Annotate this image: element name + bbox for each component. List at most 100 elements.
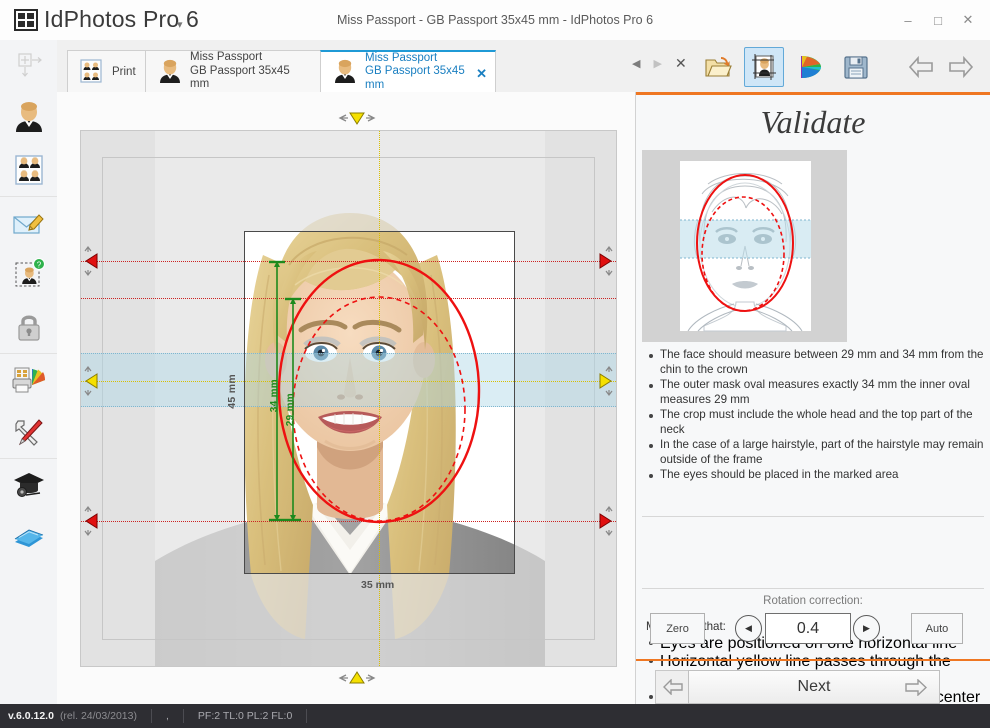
- tutorial-icon: [13, 473, 44, 497]
- crop-handle-bottom-left[interactable]: [82, 506, 104, 536]
- rotation-decrease-button[interactable]: ◀: [735, 615, 762, 642]
- app-menu-caret-icon[interactable]: ▾: [177, 18, 183, 31]
- previous-step-button[interactable]: [655, 670, 690, 704]
- open-folder-icon: [705, 56, 732, 77]
- back-arrow-icon[interactable]: [908, 56, 934, 78]
- main-toolbar: [698, 47, 876, 87]
- panel-divider-bottom: [642, 588, 984, 589]
- tab-document-1-labels: Miss Passport GB Passport 35x45 mm: [190, 51, 309, 92]
- status-divider-3: [306, 709, 308, 723]
- status-release-date: (rel. 24/03/2013): [59, 710, 137, 722]
- face-template-preview: [642, 150, 847, 342]
- photo-stage[interactable]: 34 mm 29 mm 45 mm 35 mm: [80, 130, 617, 667]
- rotation-value-field[interactable]: 0.4: [765, 613, 851, 644]
- prev-arrow-icon: [662, 679, 683, 695]
- wizard-nav-arrows: [908, 56, 974, 78]
- sidebar-item-crop-help[interactable]: ?: [0, 249, 57, 301]
- status-divider-2: [182, 709, 184, 723]
- rule-item: The crop must include the whole head and…: [649, 408, 984, 437]
- tab-print-label: Print: [112, 65, 136, 78]
- app-logo-icon: [14, 9, 38, 31]
- photo-sheet-icon: [14, 155, 43, 185]
- sidebar-item-photo-sheet[interactable]: [0, 144, 57, 196]
- close-button[interactable]: ✕: [954, 7, 982, 33]
- outer-oval-measure-label: 34 mm: [269, 379, 280, 413]
- manual-icon: [14, 529, 43, 547]
- footer-accent-bar: [636, 659, 990, 661]
- sidebar-item-lock[interactable]: [0, 301, 57, 353]
- tab-close-icon[interactable]: ✕: [476, 66, 487, 82]
- rotation-increase-button[interactable]: ▶: [853, 615, 880, 642]
- color-adjust-button[interactable]: [790, 47, 830, 87]
- tab-title-line2: GB Passport 35x45 mm: [365, 65, 465, 91]
- crop-handle-top-right[interactable]: [593, 246, 615, 276]
- crop-help-icon: ?: [15, 258, 45, 287]
- rotation-zero-button[interactable]: Zero: [650, 613, 705, 644]
- photo-editor-canvas: 34 mm 29 mm 45 mm 35 mm: [57, 92, 636, 704]
- tab-next-icon[interactable]: ▶: [653, 57, 661, 70]
- printer-color-icon: [12, 367, 45, 393]
- panel-accent-bar: [636, 92, 990, 95]
- measurement-bars: [269, 260, 301, 522]
- vertical-center-handle-top[interactable]: [338, 110, 376, 131]
- width-measure-label: 35 mm: [361, 579, 395, 591]
- tab-document-2-labels: Miss Passport GB Passport 35x45 mm: [365, 52, 484, 93]
- tab-navigation: ◀ ▶ ✕: [632, 55, 687, 72]
- tab-prev-icon[interactable]: ◀: [632, 57, 640, 70]
- person-icon: [15, 102, 42, 132]
- person-icon: [335, 59, 355, 83]
- window-controls: – □ ✕: [894, 0, 982, 40]
- validation-rules: The face should measure between 29 mm an…: [644, 348, 984, 484]
- sidebar-item-add-new[interactable]: [0, 40, 57, 92]
- panel-title: Validate: [760, 104, 866, 140]
- eye-line-handle-right[interactable]: [593, 366, 615, 396]
- open-folder-button[interactable]: [698, 47, 738, 87]
- title-bar: IdPhotos Pro 6 ▾ Miss Passport - GB Pass…: [0, 0, 990, 41]
- tabs-toolbar: Print Miss Passport GB Passport 35x45 mm: [57, 40, 990, 93]
- maximize-button[interactable]: □: [924, 7, 952, 33]
- next-step-button[interactable]: Next: [688, 670, 940, 704]
- next-button-label: Next: [797, 678, 831, 695]
- add-new-icon: [17, 53, 42, 77]
- status-middle: ,: [166, 710, 169, 722]
- sidebar-item-printer-color[interactable]: [0, 353, 57, 406]
- panel-divider-top: [642, 516, 984, 517]
- height-measure-label: 45 mm: [226, 374, 238, 409]
- sidebar-item-manual[interactable]: [0, 511, 57, 563]
- svg-text:?: ?: [36, 261, 41, 270]
- crop-handle-bottom-right[interactable]: [593, 506, 615, 536]
- tab-title-line1: Miss Passport: [190, 51, 263, 64]
- face-template-image: [642, 150, 847, 342]
- rotation-auto-button[interactable]: Auto: [911, 613, 963, 644]
- sidebar-item-tutorial[interactable]: [0, 458, 57, 511]
- rotation-correction-label: Rotation correction:: [763, 595, 863, 607]
- rule-item: The face should measure between 29 mm an…: [649, 348, 984, 376]
- tab-title-line2: GB Passport 35x45 mm: [190, 64, 290, 91]
- tab-close-all-icon[interactable]: ✕: [675, 55, 687, 72]
- print-sheet-icon: [80, 58, 102, 83]
- vertical-center-handle-bottom[interactable]: [338, 670, 376, 691]
- status-divider-1: [151, 709, 152, 723]
- crop-photo-icon: [752, 54, 776, 80]
- floppy-save-icon: [844, 56, 868, 79]
- status-version: v.6.0.12.0: [8, 710, 54, 722]
- eye-line-handle-left[interactable]: [82, 366, 104, 396]
- minimize-button[interactable]: –: [894, 7, 922, 33]
- crop-handle-top-left[interactable]: [82, 246, 104, 276]
- rules-list: The face should measure between 29 mm an…: [644, 348, 984, 483]
- application-window: IdPhotos Pro 6 ▾ Miss Passport - GB Pass…: [0, 0, 990, 728]
- forward-arrow-icon[interactable]: [948, 56, 974, 78]
- left-sidebar: ?: [0, 40, 58, 704]
- tab-document-2[interactable]: Miss Passport GB Passport 35x45 mm ✕: [320, 50, 496, 92]
- next-arrow-icon: [905, 678, 927, 696]
- crop-photo-button[interactable]: [744, 47, 784, 87]
- rule-item: The eyes should be placed in the marked …: [649, 468, 984, 483]
- tools-icon: [14, 419, 43, 446]
- wizard-footer: Next: [636, 659, 990, 707]
- sidebar-item-person[interactable]: [0, 92, 57, 144]
- tab-document-1[interactable]: Miss Passport GB Passport 35x45 mm: [145, 50, 321, 92]
- tab-print[interactable]: Print: [67, 50, 146, 92]
- save-button[interactable]: [836, 47, 876, 87]
- sidebar-item-email[interactable]: [0, 196, 57, 249]
- sidebar-item-tools[interactable]: [0, 406, 57, 458]
